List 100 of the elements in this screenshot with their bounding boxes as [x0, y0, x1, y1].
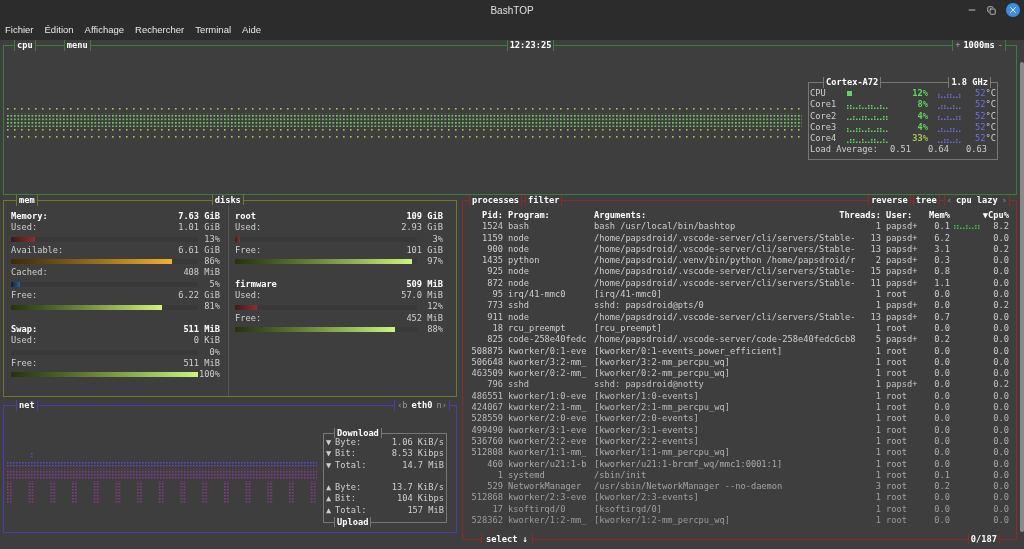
process-row[interactable]: 529 NetworkManager /usr/sbin/NetworkManager --no-daemon 3 root 0.2 0.0 [463, 481, 1016, 493]
table-cell-text: node [507, 311, 530, 323]
menu-button[interactable]: menu [63, 40, 91, 52]
table-cell-text: 0.1 [933, 221, 950, 233]
table-cell-text: 0.3 [933, 255, 950, 267]
table-cell-text: 1 [874, 515, 881, 527]
table-cell-text: [kworker/2:3-events] [594, 492, 700, 504]
panel-title: net [16, 400, 38, 412]
process-row[interactable]: 773 sshd sshd: papsdroid@pts/0 1 papsd+ 0.0 0.2 [463, 300, 1016, 312]
clock-text: 12:23:25 [506, 40, 555, 52]
table-cell-text: 1 [874, 221, 881, 233]
table-cell-text: root [885, 289, 908, 301]
process-row[interactable]: 486551 kworker/1:0-eve [kworker/1:0-events] 1 root 0.0 0.0 [463, 390, 1016, 403]
temperature-value: 52 [975, 121, 986, 132]
column-header[interactable]: Program: [503, 210, 594, 222]
previous-interface-button[interactable]: ‹b [397, 400, 408, 412]
process-row[interactable]: 1 systemd /sbin/init 1 root 0.1 0.0 [463, 469, 1016, 482]
table-cell-text: [irq/41-mmc0] [594, 289, 663, 301]
process-row[interactable]: 911 node /home/papsdroid/.vscode-server/cli/servers/Stable- 13 papsd+ 0.7 0.0 [463, 311, 1016, 323]
menu-item[interactable]: Terminal [195, 22, 232, 38]
close-button[interactable] [1006, 3, 1020, 17]
table-cell-text: node [507, 232, 530, 244]
process-row[interactable]: 925 node /home/papsdroid/.vscode-server/cli/servers/Stable- 15 papsd+ 0.8 0.0 [463, 266, 1016, 278]
table-cell-text: 0.0 [992, 413, 1009, 425]
arrow-glyph: ▲ [326, 493, 333, 505]
decrease-button[interactable]: - [997, 40, 1003, 52]
process-row[interactable]: 18 rcu_preempt [rcu_preempt] 1 root 0.0 0.0 [463, 322, 1016, 335]
table-cell-text: [kworker/2:0-events] [594, 413, 700, 425]
table-cell-text: 1 [874, 413, 881, 425]
table-cell-text: root [885, 481, 908, 493]
process-row[interactable]: 1524 bash bash /usr/local/bin/bashtop 1 papsd+ 0.1 8.2 [463, 221, 1016, 233]
process-row[interactable]: 825 code-258e40fedc /home/papsdroid/.vscode-server/code-258e40fedc6cb8 5 papsd+ 0.2 0.0 [463, 334, 1016, 346]
menu-item[interactable]: Édition [44, 22, 74, 38]
previous-sort-button[interactable]: ‹ [946, 195, 952, 207]
table-cell-text: 0.0 [933, 515, 950, 527]
menu-item[interactable]: Fichier [5, 22, 34, 38]
column-header[interactable]: User: [881, 210, 923, 222]
process-row[interactable]: 95 irq/41-mmc0 [irq/41-mmc0] 1 root 0.0 0.0 [463, 289, 1016, 301]
table-cell-text: 872 [486, 277, 503, 290]
process-row[interactable]: 512868 kworker/2:3-eve [kworker/2:3-events] 1 root 0.0 0.0 [463, 492, 1016, 504]
table-cell-text: 424067 [470, 402, 503, 414]
process-row[interactable]: 512808 kworker/1:1-mm_ [kworker/1:1-mm_percpu_wq] 1 root 0.0 0.0 [463, 447, 1016, 459]
table-cell-text: kworker/2:2-eve [507, 435, 588, 448]
table-cell-text: root [885, 322, 908, 335]
table-cell-text: 0.0 [992, 356, 1009, 369]
table-cell-text: [kworker/3:2-mm_percpu_wq] [594, 356, 731, 369]
menu-item[interactable]: Aide [242, 22, 262, 38]
next-interface-button[interactable]: n› [436, 400, 447, 412]
table-cell-text: kworker/1:1-mm_ [507, 447, 588, 459]
column-header[interactable]: Mem% [923, 210, 950, 222]
tree-button[interactable]: tree [912, 195, 940, 207]
table-cell-text: papsd+ [885, 221, 919, 233]
table-cell-text: 3 [874, 481, 881, 493]
menu-item[interactable]: Affichage [84, 22, 125, 38]
table-cell-text: 2 [874, 255, 881, 267]
table-cell-text: 1435 [481, 255, 503, 267]
table-cell-text: 499490 [470, 424, 503, 436]
column-header[interactable]: Threads: [804, 210, 881, 222]
table-cell-text: 1 [874, 458, 881, 470]
process-row[interactable]: 796 sshd sshd: papsdroid@notty 1 papsd+ 0.0 0.2 [463, 379, 1016, 391]
process-row[interactable]: 1435 python /home/papsdroid/.venv/bin/python /home/papsdroid/r 2 papsd+ 0.3 0.0 [463, 255, 1016, 267]
column-header[interactable]: Arguments: [594, 210, 804, 222]
process-row[interactable]: 463509 kworker/0:2-mm_ [kworker/0:2-mm_percpu_wq] 1 root 0.0 0.0 [463, 368, 1016, 380]
process-row[interactable]: 536760 kworker/2:2-eve [kworker/2:2-events] 1 root 0.0 0.0 [463, 435, 1016, 448]
table-cell-text: [kworker/u21:1-brcmf_wq/mmc1:0001:1] [594, 458, 784, 470]
process-row[interactable]: 506648 kworker/3:2-mm_ [kworker/3:2-mm_percpu_wq] 1 root 0.0 0.0 [463, 356, 1016, 369]
select-button[interactable]: select ↓ [481, 533, 533, 545]
table-cell-text: 1159 [481, 232, 503, 244]
cpu-frequency-text: 1.8 GHz [948, 77, 991, 89]
scrollbar[interactable] [1020, 62, 1024, 532]
filter-button[interactable]: filter [525, 195, 563, 207]
table-cell-text: 0.0 [992, 447, 1009, 459]
process-row[interactable]: 528362 kworker/1:2-mm_ [kworker/1:2-mm_percpu_wq] 1 root 0.0 0.0 [463, 515, 1016, 527]
table-cell-text: sshd [507, 300, 530, 312]
process-row[interactable]: 499490 kworker/3:1-eve [kworker/3:1-events] 1 root 0.0 0.0 [463, 424, 1016, 436]
menu-item[interactable]: Rechercher [135, 22, 185, 38]
percent-text: 88% [426, 323, 443, 336]
table-cell-text: 900 [486, 243, 503, 256]
sort-mode-text: cpu lazy [955, 195, 998, 207]
process-row[interactable]: 508875 kworker/0:1-eve [kworker/0:1-events_power_efficient] 1 root 0.0 0.0 [463, 345, 1016, 357]
process-row[interactable]: 528559 kworker/2:0-eve [kworker/2:0-events] 1 root 0.0 0.0 [463, 413, 1016, 425]
table-cell-text: /home/papsdroid/.vscode-server/cli/servers/Stable- [594, 243, 857, 256]
next-sort-button[interactable]: › [1001, 195, 1007, 207]
process-row[interactable]: 900 node /home/papsdroid/.vscode-server/cli/servers/Stable- 13 papsd+ 3.1 0.2 [463, 243, 1016, 256]
process-row[interactable]: 424067 kworker/2:1-mm_ [kworker/2:1-mm_percpu_wq] 1 root 0.0 0.0 [463, 402, 1016, 414]
core-percent: 8% [917, 99, 928, 111]
column-header[interactable]: Pid: [463, 210, 503, 222]
increase-button[interactable]: + [955, 40, 961, 52]
table-cell-text: 11 [869, 277, 881, 290]
table-cell-text: root [885, 402, 908, 414]
process-row[interactable]: 460 kworker/u21:1-b [kworker/u21:1-brcmf_wq/mmc1:0001:1] 1 root 0.0 0.0 [463, 458, 1016, 470]
arrow-glyph: ▲ [326, 482, 333, 494]
process-row[interactable]: 1159 node /home/papsdroid/.vscode-server/cli/servers/Stable- 13 papsd+ 6.2 0.0 [463, 232, 1016, 244]
column-header[interactable]: ▼Cpu% [950, 210, 1009, 222]
process-row[interactable]: 17 ksoftirqd/0 [ksoftirqd/0] 1 root 0.0 0.0 [463, 503, 1016, 515]
table-cell-text: 6.2 [933, 232, 950, 244]
process-row[interactable]: 872 node /home/papsdroid/.vscode-server/cli/servers/Stable- 11 papsd+ 1.1 0.0 [463, 277, 1016, 290]
restore-icon[interactable] [987, 5, 996, 15]
reverse-button[interactable]: reverse [868, 195, 911, 207]
table-cell-text: 0.0 [933, 458, 950, 470]
